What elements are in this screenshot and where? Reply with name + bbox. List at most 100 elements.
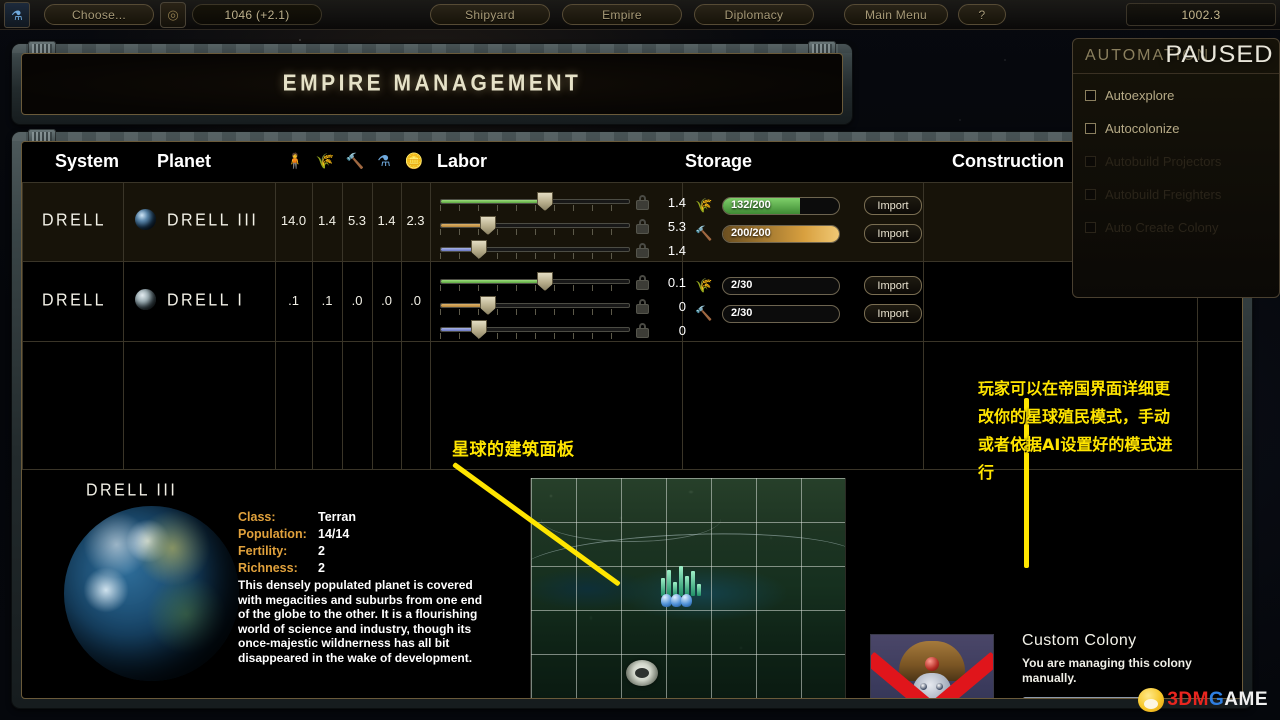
watermark-3dm: 3DM bbox=[1167, 689, 1209, 710]
column-header-construction: Construction bbox=[952, 151, 1064, 171]
storage-bar-food: 2/30 bbox=[722, 276, 840, 295]
table-row[interactable]: DRELL DRELL III 14.0 1.4 5.3 1.4 2.3 1.4… bbox=[22, 182, 1242, 262]
industry-icon: 🔨 bbox=[695, 225, 713, 241]
building-domes-icon[interactable] bbox=[661, 593, 692, 607]
column-header-labor: Labor bbox=[437, 151, 488, 171]
automation-option-autobuild-projectors[interactable]: Autobuild Projectors bbox=[1085, 154, 1267, 169]
cell-planet: DRELL III bbox=[167, 211, 259, 230]
coin-icon: ◎ bbox=[160, 2, 186, 28]
labor-value-food: 1.4 bbox=[667, 195, 686, 210]
nav-empire-button[interactable]: Empire bbox=[562, 4, 682, 25]
stat-label-class: Class: bbox=[238, 510, 276, 524]
automation-option-autocolonize[interactable]: Autocolonize bbox=[1085, 121, 1267, 136]
lock-icon[interactable] bbox=[636, 243, 649, 258]
import-industry-button[interactable]: Import bbox=[864, 304, 922, 323]
automation-option-label: Autobuild Freighters bbox=[1105, 187, 1222, 202]
import-food-button[interactable]: Import bbox=[864, 276, 922, 295]
window-title-frame: EMPIRE MANAGEMENT bbox=[12, 41, 852, 124]
building-capital-icon[interactable] bbox=[626, 660, 658, 686]
labor-slider-industry[interactable] bbox=[440, 296, 630, 320]
stat-label-fertility: Fertility: bbox=[238, 544, 288, 558]
stat-value-population: 14/14 bbox=[318, 527, 350, 541]
storage-row-industry: 🔨 200/200 Import bbox=[694, 224, 922, 243]
storage-value-industry: 200/200 bbox=[731, 226, 771, 239]
labor-value-research: 0 bbox=[678, 323, 686, 338]
storage-bar-industry: 200/200 bbox=[722, 224, 840, 243]
cell-planet: DRELL I bbox=[167, 291, 245, 310]
checkbox-icon[interactable] bbox=[1085, 189, 1096, 200]
stardate-display: 1002.3 bbox=[1126, 3, 1276, 26]
cell-food: .1 bbox=[321, 293, 333, 308]
automation-option-label: Autoexplore bbox=[1105, 88, 1175, 103]
food-icon: 🌾 bbox=[315, 153, 335, 170]
lock-icon[interactable] bbox=[636, 323, 649, 338]
nav-main-menu-button[interactable]: Main Menu bbox=[844, 4, 948, 25]
automation-option-auto-create-colony[interactable]: Auto Create Colony bbox=[1085, 220, 1267, 235]
planet-detail-name: DRELL III bbox=[86, 481, 178, 500]
labor-slider-research[interactable] bbox=[440, 240, 630, 264]
lock-icon[interactable] bbox=[636, 219, 649, 234]
import-food-button[interactable]: Import bbox=[864, 196, 922, 215]
checkbox-icon[interactable] bbox=[1085, 156, 1096, 167]
labor-value-industry: 0 bbox=[678, 299, 686, 314]
stat-label-population: Population: bbox=[238, 527, 307, 541]
cell-research: .0 bbox=[381, 293, 392, 308]
storage-value-food: 2/30 bbox=[731, 278, 753, 291]
cell-industry: .0 bbox=[351, 293, 363, 308]
planet-detail-globe-icon bbox=[64, 506, 239, 681]
cell-system: DRELL bbox=[42, 211, 107, 230]
cell-industry: 5.3 bbox=[347, 213, 367, 228]
stat-value-richness: 2 bbox=[318, 561, 325, 575]
automation-option-label: Auto Create Colony bbox=[1105, 220, 1219, 235]
nav-diplomacy-button[interactable]: Diplomacy bbox=[694, 4, 814, 25]
labor-value-research: 1.4 bbox=[667, 243, 686, 258]
column-header-storage: Storage bbox=[685, 151, 753, 171]
nav-help-button[interactable]: ? bbox=[958, 4, 1006, 25]
annotation-empire-note: 玩家可以在帝国界面详细更改你的星球殖民模式，手动或者依据AI设置好的模式进行 bbox=[978, 379, 1173, 482]
table-row[interactable]: DRELL DRELL I .1 .1 .0 .0 .0 0.1 0 0 🌾 2… bbox=[22, 262, 1242, 342]
colony-mode-description: You are managing this colony manually. bbox=[1022, 656, 1192, 685]
labor-sliders bbox=[440, 272, 630, 344]
nav-shipyard-button[interactable]: Shipyard bbox=[430, 4, 550, 25]
watermark: 3DMGAME bbox=[1138, 686, 1268, 714]
stat-label-richness: Richness: bbox=[238, 561, 298, 575]
lock-icon[interactable] bbox=[636, 195, 649, 210]
watermark-g: G bbox=[1208, 689, 1225, 710]
credits-display: 1046 (+2.1) bbox=[192, 4, 322, 25]
research-choose-button[interactable]: Choose... bbox=[44, 4, 154, 25]
paused-indicator: PAUSED bbox=[1165, 41, 1274, 68]
game-screen: ⚗ Choose... ◎ 1046 (+2.1) Shipyard Empir… bbox=[0, 0, 1280, 720]
automation-option-autobuild-freighters[interactable]: Autobuild Freighters bbox=[1085, 187, 1267, 202]
cell-money: 2.3 bbox=[406, 213, 425, 228]
labor-value-industry: 5.3 bbox=[667, 219, 686, 234]
storage-bar-industry: 2/30 bbox=[722, 304, 840, 323]
lock-icon[interactable] bbox=[636, 275, 649, 290]
automation-options-list: Autoexplore Autocolonize Autobuild Proje… bbox=[1073, 73, 1279, 297]
colony-mode-title: Custom Colony bbox=[1022, 632, 1137, 649]
automation-panel: AUTOMATION Autoexplore Autocolonize Auto… bbox=[1072, 38, 1280, 298]
automation-option-autoexplore[interactable]: Autoexplore bbox=[1085, 88, 1267, 103]
lock-icon[interactable] bbox=[636, 299, 649, 314]
planet-surface-grid[interactable] bbox=[530, 478, 846, 698]
table-header-row: System Planet 🧍 🌾 🔨 ⚗ 🪙 Labor Storage Co… bbox=[22, 142, 1242, 182]
flasks-icon[interactable]: ⚗ bbox=[4, 2, 30, 28]
leader-portrait[interactable] bbox=[870, 634, 994, 698]
column-header-planet: Planet bbox=[157, 151, 212, 171]
checkbox-icon[interactable] bbox=[1085, 222, 1096, 233]
food-icon: 🌾 bbox=[695, 277, 713, 293]
storage-row-food: 🌾 132/200 Import bbox=[694, 196, 922, 215]
automation-option-label: Autobuild Projectors bbox=[1105, 154, 1222, 169]
storage-row-industry: 🔨 2/30 Import bbox=[694, 304, 922, 323]
labor-slider-food[interactable] bbox=[440, 192, 630, 216]
checkbox-icon[interactable] bbox=[1085, 90, 1096, 101]
red-x-annotation-icon bbox=[871, 635, 993, 698]
labor-slider-industry[interactable] bbox=[440, 216, 630, 240]
planet-detail-panel: DRELL III Class: Terran Population: 14/1… bbox=[46, 481, 506, 698]
cell-system: DRELL bbox=[42, 291, 107, 310]
checkbox-icon[interactable] bbox=[1085, 123, 1096, 134]
import-industry-button[interactable]: Import bbox=[864, 224, 922, 243]
chick-logo-icon bbox=[1138, 688, 1165, 712]
labor-slider-research[interactable] bbox=[440, 320, 630, 344]
labor-slider-food[interactable] bbox=[440, 272, 630, 296]
money-icon: 🪙 bbox=[404, 153, 424, 170]
